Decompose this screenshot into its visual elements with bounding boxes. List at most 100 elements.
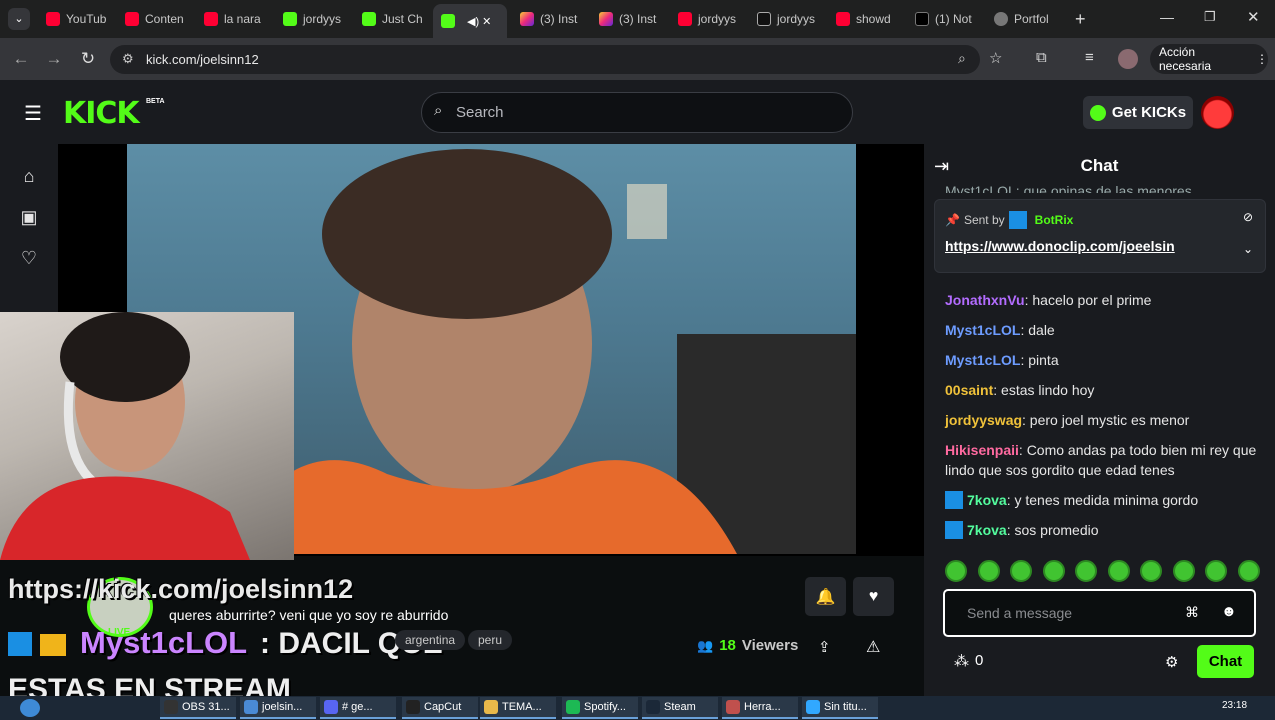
youtube-icon [46, 12, 60, 26]
hamburger-menu-icon[interactable]: ☰ [24, 101, 42, 126]
command-icon[interactable]: ⌘ [1185, 604, 1199, 621]
browser-tab[interactable]: la nara [196, 5, 270, 33]
emote-icon[interactable] [1042, 560, 1065, 582]
browser-tab-label: Portfol [1014, 12, 1049, 26]
browse-icon[interactable]: ▣ [18, 207, 40, 229]
chat-username[interactable]: 00saint [945, 382, 993, 398]
chat-message: 7kova: sos promedio [945, 520, 1260, 540]
browser-tab[interactable]: Portfol [986, 5, 1060, 33]
taskbar-app[interactable]: joelsin... [240, 697, 316, 719]
close-window-button[interactable]: ✕ [1247, 8, 1260, 26]
taskbar-app[interactable]: Sin titu... [802, 697, 878, 719]
emote-icon[interactable] [1075, 560, 1098, 582]
action-needed-button[interactable]: Acción necesaria ⋮ [1150, 44, 1268, 74]
bookmark-star-icon[interactable]: ☆ [989, 49, 1002, 67]
search-placeholder: Search [456, 104, 504, 121]
chat-username[interactable]: 7kova [967, 492, 1007, 508]
browser-tab[interactable]: Just Ch [354, 5, 428, 33]
browser-tab[interactable]: YouTub [38, 5, 112, 33]
emote-icon[interactable] [1205, 560, 1228, 582]
chat-username[interactable]: JonathxnVu [945, 292, 1025, 308]
browser-tab[interactable]: jordyys [670, 5, 744, 33]
chat-username[interactable]: Myst1cLOL [945, 352, 1020, 368]
zoom-icon[interactable]: ⌕ [958, 50, 966, 67]
taskbar-app[interactable]: Herra... [722, 697, 798, 719]
report-warning-icon[interactable]: ⚠ [866, 637, 880, 657]
start-button[interactable] [20, 699, 40, 717]
emote-icon[interactable] [1140, 560, 1163, 582]
chat-username[interactable]: jordyyswag [945, 412, 1022, 428]
chat-text: : sos promedio [1006, 522, 1099, 538]
tab-list-dropdown[interactable]: ⌄ [8, 8, 30, 30]
address-bar[interactable]: ⚙ kick.com/joelsinn12 ⌕ [110, 45, 980, 74]
share-icon[interactable]: ⇪ [818, 638, 831, 656]
kick-logo[interactable]: KICK [63, 96, 140, 131]
restore-button[interactable]: ❐ [1204, 9, 1216, 25]
get-kicks-button[interactable]: Get KICKs [1083, 96, 1193, 129]
emote-icon[interactable] [1237, 560, 1260, 582]
browser-tab[interactable]: jordyys [749, 5, 823, 33]
browser-tab-label: showd [856, 12, 891, 26]
browser-tab[interactable]: jordyys [275, 5, 349, 33]
forward-button[interactable]: → [43, 48, 65, 70]
viewers-icon: 👥 [697, 637, 714, 653]
emote-icon[interactable] [945, 560, 967, 582]
notification-bell-button[interactable]: 🔔 [805, 577, 846, 616]
chat-text: : estas lindo hoy [993, 382, 1095, 398]
emote-icon[interactable] [1172, 560, 1195, 582]
chat-message-input[interactable]: Send a message ⌘ ☻ [943, 589, 1256, 637]
tag-peru[interactable]: peru [468, 630, 513, 650]
browser-tab[interactable]: (1) Not [907, 5, 981, 33]
channel-points[interactable]: ⁂ 0 [954, 652, 983, 670]
tab-audio-close-icon[interactable]: ◀) ✕ [467, 15, 491, 28]
browser-tab-label: (1) Not [935, 12, 972, 26]
reload-button[interactable]: ↻ [77, 48, 99, 70]
mod-badge-icon [945, 521, 963, 539]
chat-message: Myst1cLOL: pinta [945, 350, 1260, 370]
youtube-icon [836, 12, 850, 26]
instagram-icon [520, 12, 534, 26]
taskbar-app[interactable]: TEMA... [480, 697, 556, 719]
browser-tab[interactable]: (3) Inst [591, 5, 665, 33]
browser-tab[interactable]: showd [828, 5, 902, 33]
taskbar-app-icon [164, 700, 178, 714]
new-tab-button[interactable]: + [1075, 9, 1086, 30]
moderator-badge-icon [8, 632, 32, 656]
taskbar-app[interactable]: # ge... [320, 697, 396, 719]
expand-pin-chevron-icon[interactable]: ⌄ [1243, 242, 1253, 256]
chat-settings-gear-icon[interactable]: ⚙ [1165, 653, 1178, 671]
taskbar-app[interactable]: Spotify... [562, 697, 638, 719]
points-value: 0 [975, 652, 984, 669]
taskbar-app[interactable]: Steam [642, 697, 718, 719]
chat-username[interactable]: Myst1cLOL [945, 322, 1020, 338]
send-chat-button[interactable]: Chat [1197, 645, 1254, 678]
taskbar-app-icon [566, 700, 580, 714]
back-button[interactable]: ← [10, 48, 32, 70]
user-avatar[interactable] [1201, 96, 1234, 129]
browser-tab[interactable]: Conten [117, 5, 191, 33]
chat-username[interactable]: Hikisenpaii [945, 442, 1019, 458]
pinned-message: 📌 Sent by BotRix https://www.donoclip.co… [934, 199, 1266, 273]
tag-argentina[interactable]: argentina [395, 630, 466, 650]
chat-username[interactable]: 7kova [967, 522, 1007, 538]
browser-tab[interactable]: (3) Inst [512, 5, 586, 33]
site-info-icon[interactable]: ⚙ [122, 51, 134, 67]
taskbar-app[interactable]: OBS 31... [160, 697, 236, 719]
minimize-button[interactable]: — [1160, 9, 1174, 25]
search-input[interactable]: ⌕ Search [421, 92, 853, 133]
taskbar-app[interactable]: CapCut [402, 697, 478, 719]
hide-pin-icon[interactable]: ⊘ [1243, 210, 1253, 224]
emote-icon[interactable] [977, 560, 1000, 582]
profile-avatar[interactable] [1118, 49, 1138, 69]
following-heart-icon[interactable]: ♡ [18, 248, 40, 270]
emote-icon[interactable] [1107, 560, 1130, 582]
emote-icon[interactable] [1010, 560, 1033, 582]
follow-heart-button[interactable]: ♥ [853, 577, 894, 616]
extensions-icon[interactable]: ⧉ [1036, 49, 1047, 66]
browser-tab[interactable]: ◀) ✕ [433, 4, 507, 38]
pinned-link[interactable]: https://www.donoclip.com/joeelsin [945, 238, 1175, 254]
taskbar-app-label: CapCut [424, 701, 462, 713]
media-control-icon[interactable]: ≡ [1085, 49, 1094, 66]
home-icon[interactable]: ⌂ [18, 166, 40, 188]
emoji-picker-icon[interactable]: ☻ [1221, 603, 1237, 620]
